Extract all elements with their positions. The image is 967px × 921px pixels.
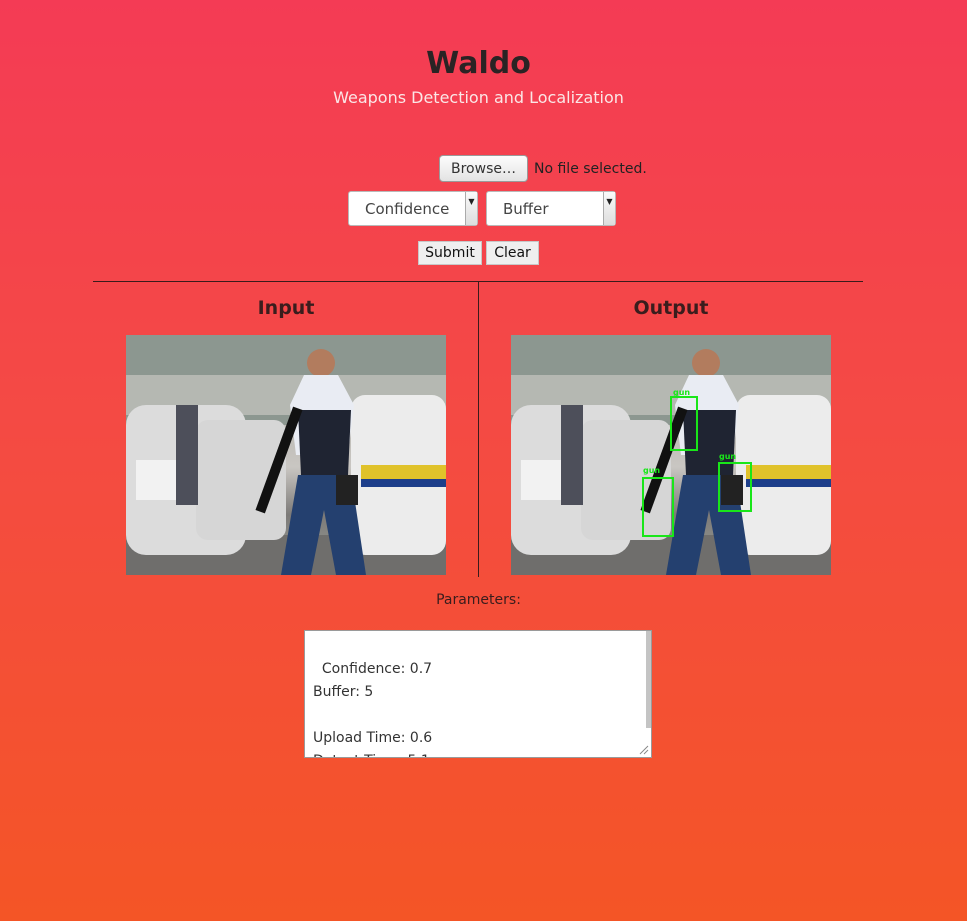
file-upload: Browse… No file selected.: [439, 155, 647, 182]
chevron-down-icon: ▼: [603, 192, 615, 225]
confidence-select-value: Confidence: [365, 199, 450, 218]
resize-grip-icon[interactable]: [637, 743, 649, 755]
output-panel-title: Output: [633, 297, 709, 319]
clear-button[interactable]: Clear: [486, 241, 539, 265]
detection-label: gun: [673, 388, 690, 397]
submit-button[interactable]: Submit: [418, 241, 482, 265]
page-title: Waldo: [426, 46, 531, 81]
scrollbar[interactable]: [646, 631, 651, 728]
chevron-down-icon: ▼: [465, 192, 477, 225]
parameters-label: Parameters:: [436, 592, 521, 608]
confidence-select[interactable]: Confidence ▼: [348, 191, 478, 226]
divider-vertical: [478, 282, 479, 577]
buffer-select[interactable]: Buffer ▼: [486, 191, 616, 226]
output-image: gun gun gun: [511, 335, 831, 575]
browse-button[interactable]: Browse…: [439, 155, 528, 182]
page-subtitle: Weapons Detection and Localization: [333, 88, 624, 107]
detection-label: gun: [719, 452, 736, 461]
input-panel-title: Input: [257, 297, 315, 319]
output-image-scene: gun gun gun: [511, 335, 831, 575]
input-image: [126, 335, 446, 575]
parameters-text: Confidence: 0.7 Buffer: 5 Upload Time: 0…: [313, 661, 433, 757]
parameters-textarea[interactable]: Confidence: 0.7 Buffer: 5 Upload Time: 0…: [304, 630, 652, 758]
input-image-scene: [126, 335, 446, 575]
file-status-text: No file selected.: [534, 160, 647, 177]
detection-label: gun: [643, 466, 660, 475]
buffer-select-value: Buffer: [503, 199, 549, 218]
